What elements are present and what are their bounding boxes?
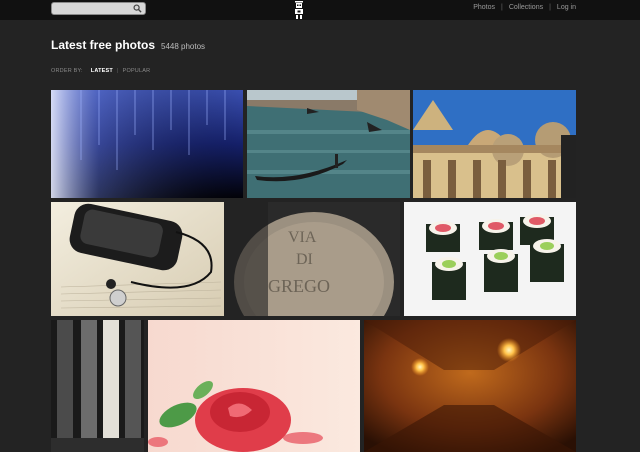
photo-image bbox=[364, 320, 576, 452]
photo-blue-light-streaks[interactable] bbox=[51, 90, 243, 198]
page-title: Latest free photos bbox=[51, 38, 156, 52]
photo-phone-earphones[interactable] bbox=[51, 202, 224, 316]
nav-login-link[interactable]: Log in bbox=[557, 4, 576, 11]
order-separator: | bbox=[116, 68, 119, 74]
photo-image bbox=[51, 90, 243, 198]
page-heading: Latest free photos 5448 photos bbox=[51, 38, 205, 52]
top-bar: Photos | Collections | Log in bbox=[0, 0, 640, 20]
photo-image bbox=[404, 202, 576, 316]
svg-text:VIA: VIA bbox=[288, 229, 317, 246]
photo-red-rose[interactable] bbox=[148, 320, 360, 452]
photo-image bbox=[51, 320, 144, 452]
svg-text:GREGO: GREGO bbox=[268, 276, 330, 296]
order-latest-link[interactable]: LATEST bbox=[91, 68, 113, 74]
photo-image: VIA DI GREGO bbox=[228, 202, 400, 316]
order-popular-link[interactable]: POPULAR bbox=[123, 68, 151, 74]
nav-separator: | bbox=[501, 4, 503, 11]
photo-image bbox=[247, 90, 410, 198]
search-box[interactable] bbox=[51, 2, 146, 15]
photo-image bbox=[51, 202, 224, 316]
photo-lit-tunnel[interactable] bbox=[364, 320, 576, 452]
photo-venice-canal[interactable] bbox=[247, 90, 410, 198]
robot-logo-icon[interactable] bbox=[293, 1, 305, 19]
photo-sushi-rolls[interactable] bbox=[404, 202, 576, 316]
nav-separator: | bbox=[549, 4, 551, 11]
photo-via-di-gregorio[interactable]: VIA DI GREGO bbox=[228, 202, 400, 316]
search-icon[interactable] bbox=[133, 4, 142, 13]
photo-count: 5448 photos bbox=[161, 42, 206, 51]
svg-text:DI: DI bbox=[296, 251, 313, 268]
order-by-bar: ORDER BY: LATEST | POPULAR bbox=[51, 68, 150, 74]
nav-collections-link[interactable]: Collections bbox=[509, 4, 543, 11]
top-nav: Photos | Collections | Log in bbox=[473, 4, 576, 11]
nav-photos-link[interactable]: Photos bbox=[473, 4, 495, 11]
search-input[interactable] bbox=[55, 3, 131, 14]
order-by-label: ORDER BY: bbox=[51, 68, 83, 74]
photo-image bbox=[148, 320, 360, 452]
photo-marble-columns[interactable] bbox=[51, 320, 144, 452]
photo-image bbox=[413, 90, 576, 198]
photo-st-marks-basilica[interactable] bbox=[413, 90, 576, 198]
